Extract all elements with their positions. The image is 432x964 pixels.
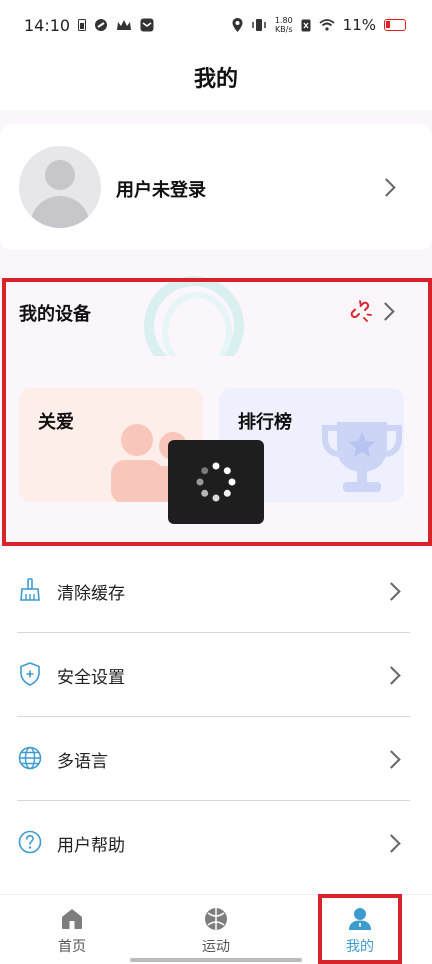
chevron-right-icon [382,834,401,853]
help-icon [18,830,42,854]
net-speed-value: 1.80 [274,16,293,25]
avatar-body-shape [30,196,90,228]
menu-item-label: 用户帮助 [57,836,125,856]
message-app-icon [140,18,154,32]
battery-icon [384,19,406,31]
vibrate-icon [252,19,266,31]
profile-card[interactable]: 用户未登录 [0,124,432,250]
wifi-icon [319,19,335,31]
no-sim-icon [301,19,311,31]
menu-item-security-settings[interactable]: 安全设置 [0,633,432,717]
menu-item-user-help[interactable]: 用户帮助 [0,801,432,885]
status-left: 14:10 [24,16,154,35]
profile-chevron-icon[interactable] [377,178,396,197]
location-icon [232,18,243,32]
loading-spinner-icon [196,462,236,502]
sim-icon [78,19,87,31]
chevron-right-icon [382,750,401,769]
status-bar: 14:10 1.80 KB/s 11% [0,0,432,50]
net-speed-unit: KB/s [274,25,293,34]
menu-item-label: 安全设置 [57,668,125,688]
sync-app-icon [95,19,108,31]
ball-icon [205,908,227,930]
nav-label-home: 首页 [58,939,86,955]
crown-icon [117,20,132,30]
status-time: 14:10 [24,15,71,35]
nav-label-sport: 运动 [202,939,230,955]
nav-item-home[interactable]: 首页 [22,895,122,964]
avatar[interactable] [19,146,101,228]
menu-item-language[interactable]: 多语言 [0,717,432,801]
profile-name[interactable]: 用户未登录 [116,176,206,202]
chevron-right-icon [382,666,401,685]
globe-icon [18,746,42,770]
home-icon [62,909,82,929]
home-indicator[interactable] [130,958,302,962]
chevron-right-icon [382,582,401,601]
loading-overlay [168,440,264,524]
menu-item-label: 清除缓存 [57,584,125,604]
menu-item-clear-cache[interactable]: 清除缓存 [0,549,432,633]
shield-icon [20,662,40,686]
network-speed: 1.80 KB/s [275,16,293,34]
status-right: 1.80 KB/s 11% [232,16,406,34]
page-title: 我的 [193,67,238,92]
battery-percent: 11% [342,16,376,34]
avatar-head-shape [45,160,75,190]
broom-icon [20,578,40,601]
highlight-box-nav-mine [318,894,402,964]
menu-item-label: 多语言 [57,752,108,772]
nav-item-sport[interactable]: 运动 [166,895,266,964]
